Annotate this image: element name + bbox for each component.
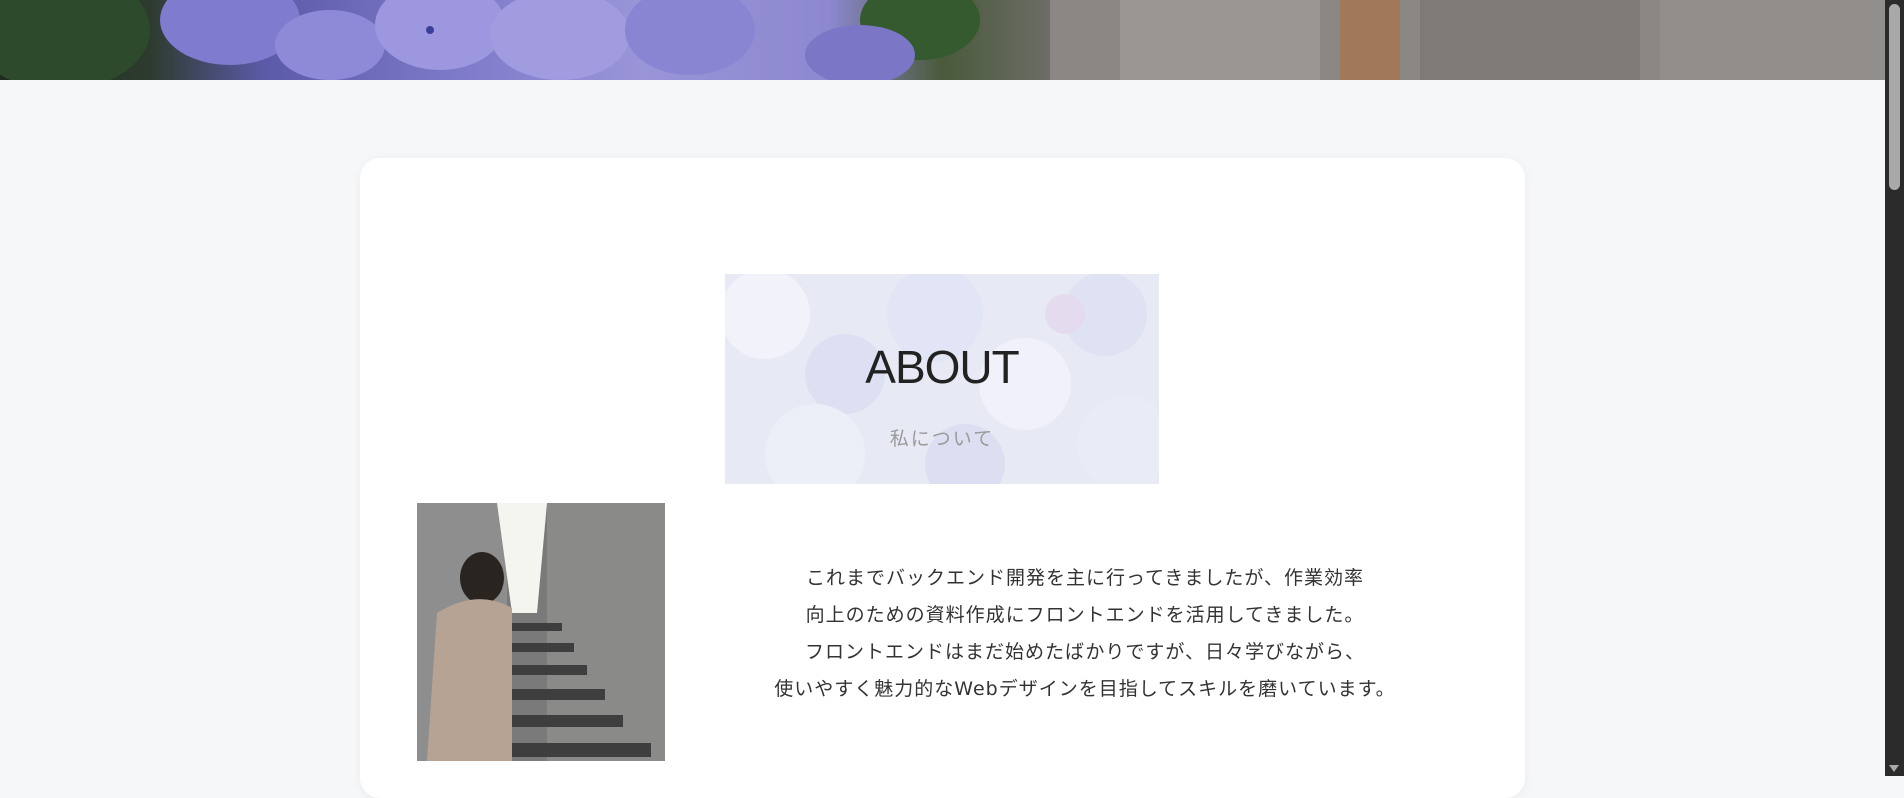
- section-title: ABOUT: [865, 341, 1019, 393]
- bio-text: これまでバックエンド開発を主に行ってきましたが、作業効率 向上のための資料作成に…: [715, 560, 1455, 708]
- bio-line: これまでバックエンド開発を主に行ってきましたが、作業効率: [805, 567, 1365, 589]
- bio-line: 使いやすく魅力的なWebデザインを目指してスキルを磨いています。: [774, 678, 1396, 700]
- scroll-down-arrow-icon[interactable]: [1889, 765, 1899, 772]
- bio-line: 向上のための資料作成にフロントエンドを活用してきました。: [805, 604, 1365, 626]
- about-title-background: ABOUT 私について: [725, 274, 1159, 484]
- hero-banner-image: [0, 0, 1885, 80]
- bio-line: フロントエンドはまだ始めたばかりですが、日々学びながら、: [804, 641, 1365, 663]
- section-subtitle: 私について: [889, 428, 995, 450]
- profile-photo: [417, 503, 665, 761]
- about-card: ABOUT 私について これまでバックエンド開発を主に行ってきましたが、作業効率…: [360, 158, 1525, 798]
- vertical-scrollbar[interactable]: [1885, 0, 1904, 776]
- scrollbar-thumb[interactable]: [1889, 4, 1900, 190]
